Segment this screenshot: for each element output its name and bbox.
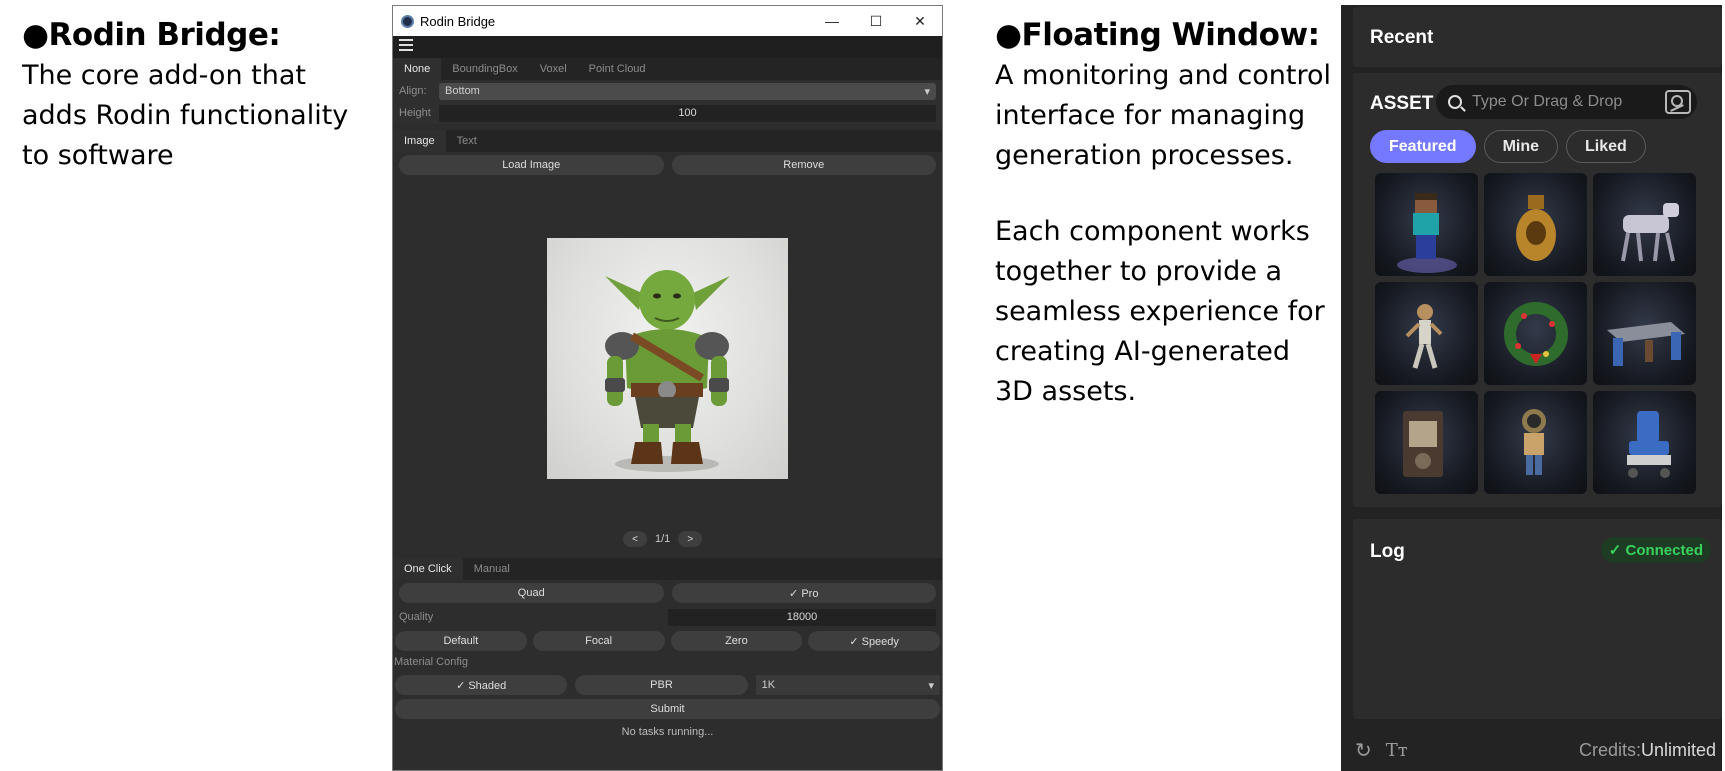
tab-none[interactable]: None (393, 58, 442, 80)
menubar (393, 36, 942, 58)
text-size-icon[interactable]: Tт (1386, 740, 1408, 761)
asset-thumbnail[interactable] (1484, 282, 1587, 385)
page-indicator: 1/1 (655, 533, 671, 545)
minimize-button[interactable]: — (810, 6, 854, 36)
image-pager: < 1/1 > (623, 531, 703, 547)
preset-default-button[interactable]: Default (395, 631, 527, 651)
close-button[interactable]: ✕ (898, 6, 942, 36)
chevron-down-icon: ▾ (924, 85, 930, 98)
refresh-icon[interactable]: ↻ (1355, 738, 1372, 763)
height-row: Height 100 (393, 102, 942, 124)
height-label: Height (399, 107, 431, 119)
floating-window-body: A monitoring and control interface for m… (995, 60, 1331, 171)
maximize-button[interactable]: ☐ (854, 6, 898, 36)
recent-label: Recent (1370, 27, 1434, 48)
quality-input[interactable]: 18000 (668, 608, 936, 626)
mode-tabs: One Click Manual (393, 558, 942, 580)
resolution-value: 1K (761, 679, 776, 691)
rodin-bridge-body: The core add-on that adds Rodin function… (22, 60, 349, 171)
hamburger-menu-icon[interactable] (399, 39, 413, 51)
asset-grid (1375, 173, 1696, 494)
load-image-button[interactable]: Load Image (399, 155, 664, 175)
submit-button[interactable]: Submit (395, 699, 940, 719)
submit-row: Submit (393, 696, 942, 722)
quality-label: Quality (399, 611, 434, 623)
asset-section: ASSET Type Or Drag & Drop Featured Mine … (1353, 73, 1722, 507)
bbox-tabs: None BoundingBox Voxel Point Cloud (393, 58, 942, 80)
align-label: Align: (399, 85, 427, 97)
window-title: Rodin Bridge (420, 13, 496, 29)
asset-label: ASSET (1370, 93, 1434, 114)
credits-label: Credits: (1578, 739, 1641, 760)
tab-boundingbox[interactable]: BoundingBox (441, 58, 528, 80)
resolution-select[interactable]: 1K ▾ (755, 675, 940, 695)
search-icon (1448, 95, 1462, 109)
log-section: Log ✓ Connected (1353, 519, 1722, 719)
tab-voxel[interactable]: Voxel (529, 58, 578, 80)
asset-thumbnail[interactable] (1375, 282, 1478, 385)
topology-row: Quad ✓ Pro (393, 580, 942, 606)
goblin-preview-image (547, 238, 788, 479)
asset-search-input[interactable]: Type Or Drag & Drop (1436, 85, 1697, 119)
panel-footer: ↻ Tт Credits:Unlimited (1353, 733, 1722, 767)
window-titlebar: Rodin Bridge — ☐ ✕ (393, 6, 942, 36)
preset-speedy-button[interactable]: ✓ Speedy (808, 631, 940, 651)
log-label: Log (1370, 541, 1405, 562)
prev-image-button[interactable]: < (623, 531, 647, 547)
asset-thumbnail[interactable] (1375, 173, 1478, 276)
floating-window-panel: Recent ASSET Type Or Drag & Drop Feature… (1341, 5, 1722, 771)
tab-one-click[interactable]: One Click (393, 558, 463, 580)
filter-liked[interactable]: Liked (1566, 130, 1646, 163)
floating-window-description: ●Floating Window: A monitoring and contr… (995, 14, 1335, 448)
material-config-label: Material Config (394, 656, 468, 668)
preset-zero-button[interactable]: Zero (670, 631, 803, 651)
quality-row: Quality 18000 (393, 606, 942, 628)
quad-button[interactable]: Quad (399, 583, 664, 603)
connection-status-badge: ✓ Connected (1600, 537, 1711, 563)
chevron-down-icon: ▾ (928, 679, 934, 692)
floating-window-body-2: Each component works together to provide… (995, 216, 1325, 407)
credits-value: Unlimited (1640, 739, 1716, 760)
tab-manual[interactable]: Manual (463, 558, 521, 580)
recent-section[interactable]: Recent (1353, 7, 1722, 67)
shaded-button[interactable]: ✓ Shaded (395, 675, 568, 695)
tab-image[interactable]: Image (393, 130, 446, 152)
pbr-button[interactable]: PBR (575, 675, 748, 695)
image-buttons-row: Load Image Remove (393, 152, 942, 178)
asset-thumbnail[interactable] (1484, 173, 1587, 276)
image-search-icon[interactable] (1665, 90, 1691, 114)
next-image-button[interactable]: > (678, 531, 703, 547)
rodin-bridge-heading: ●Rodin Bridge: (22, 17, 281, 53)
asset-thumbnail[interactable] (1593, 173, 1696, 276)
align-value: Bottom (445, 85, 480, 97)
material-row: ✓ Shaded PBR 1K ▾ (393, 674, 942, 696)
floating-window-heading: ●Floating Window: (995, 17, 1320, 53)
rodin-bridge-description: ●Rodin Bridge: The core add-on that adds… (22, 14, 352, 176)
app-logo-icon (401, 14, 414, 28)
credits-display: Credits:Unlimited (1579, 740, 1722, 761)
search-placeholder: Type Or Drag & Drop (1472, 93, 1623, 110)
tab-text[interactable]: Text (446, 130, 488, 152)
remove-button[interactable]: Remove (671, 155, 936, 175)
tab-point-cloud[interactable]: Point Cloud (578, 58, 657, 80)
align-select[interactable]: Bottom ▾ (439, 82, 936, 100)
asset-thumbnail[interactable] (1593, 391, 1696, 494)
rodin-bridge-window: Rodin Bridge — ☐ ✕ None BoundingBox Voxe… (392, 5, 943, 771)
asset-thumbnail[interactable] (1484, 391, 1587, 494)
asset-thumbnail[interactable] (1593, 282, 1696, 385)
pro-button[interactable]: ✓ Pro (671, 583, 936, 603)
asset-thumbnail[interactable] (1375, 391, 1478, 494)
image-preview-area: < 1/1 > (393, 178, 942, 558)
preset-focal-button[interactable]: Focal (532, 631, 665, 651)
status-text: No tasks running... (621, 726, 714, 738)
filter-mine[interactable]: Mine (1483, 130, 1559, 163)
preset-row: Default Focal Zero ✓ Speedy (393, 628, 942, 654)
height-input[interactable]: 100 (439, 104, 936, 122)
align-row: Align: Bottom ▾ (393, 80, 942, 102)
filter-featured[interactable]: Featured (1370, 130, 1476, 163)
asset-filters: Featured Mine Liked (1370, 130, 1646, 163)
input-tabs: Image Text (393, 130, 942, 152)
